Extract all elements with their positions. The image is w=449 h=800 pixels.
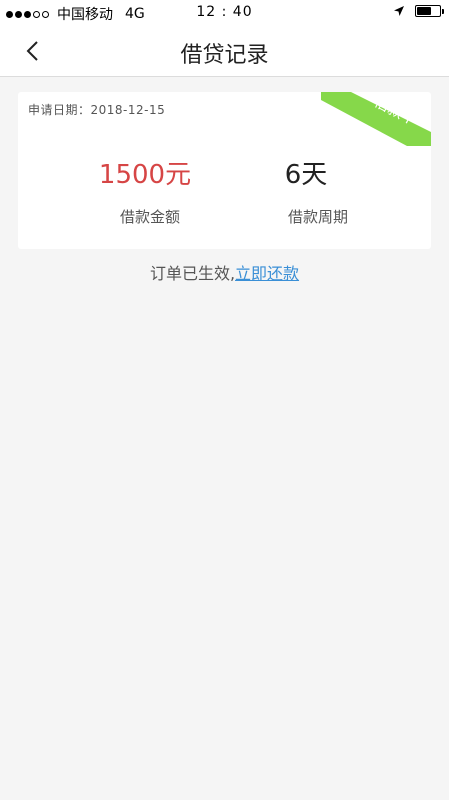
loan-amount: 1500元: [98, 160, 192, 190]
order-status-text: 订单已生效,: [149, 264, 236, 283]
loan-record-card[interactable]: 申请日期：2018-12-15 借款中 1500元 6天 借款金额 借款周期: [18, 92, 431, 249]
apply-date-label: 申请日期：: [28, 103, 91, 117]
order-status-message: 订单已生效,立即还款: [0, 260, 449, 284]
apply-date: 申请日期：2018-12-15: [28, 101, 165, 118]
status-bar: 中国移动 4G 12 : 40: [0, 0, 449, 26]
loan-amount-label: 借款金额: [119, 208, 180, 226]
page-title: 借贷记录: [180, 43, 269, 68]
status-right: [393, 5, 444, 17]
repay-now-link[interactable]: 立即还款: [235, 264, 299, 283]
loan-term: 6天: [284, 160, 328, 190]
status-time: 12 : 40: [196, 4, 253, 20]
battery-level: [417, 7, 432, 15]
nav-bar: 借贷记录: [0, 26, 449, 77]
location-arrow-icon: [394, 6, 404, 16]
battery-icon: [415, 5, 444, 17]
apply-date-value: 2018-12-15: [90, 103, 166, 117]
status-ribbon: 借款中: [321, 92, 431, 146]
battery-tip: [442, 9, 444, 14]
loan-term-label: 借款周期: [287, 208, 348, 226]
